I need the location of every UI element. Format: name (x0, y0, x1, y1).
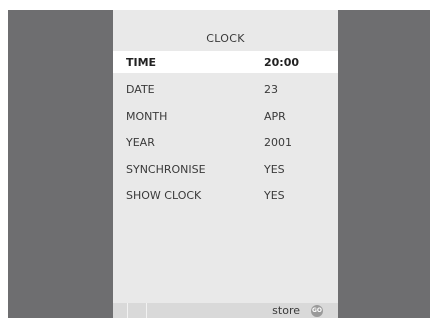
footer-divider (127, 303, 128, 318)
menu-item-time[interactable]: TIME 20:00 (113, 51, 338, 73)
menu-item-value: 23 (264, 83, 278, 96)
menu-item-label: YEAR (126, 136, 155, 149)
menu-title: CLOCK (206, 32, 245, 45)
go-button-icon[interactable]: GO (311, 305, 323, 317)
menu-item-value: APR (264, 110, 286, 123)
footer-divider (146, 303, 147, 318)
menu-item-label: DATE (126, 83, 155, 96)
menu-item-synchronise[interactable]: SYNCHRONISE YES (113, 158, 338, 180)
menu-item-year[interactable]: YEAR 2001 (113, 131, 338, 153)
menu-item-value: 2001 (264, 136, 292, 149)
menu-item-value: 20:00 (264, 56, 300, 69)
store-label: store (272, 304, 300, 317)
menu-item-label: MONTH (126, 110, 168, 123)
menu-item-value: YES (264, 163, 285, 176)
menu-item-month[interactable]: MONTH APR (113, 105, 338, 127)
clock-menu-panel: CLOCK TIME 20:00 DATE 23 MONTH APR YEAR … (113, 10, 338, 318)
menu-item-label: SHOW CLOCK (126, 189, 202, 202)
menu-item-date[interactable]: DATE 23 (113, 78, 338, 100)
footer-bar: store GO (113, 303, 338, 318)
menu-item-value: YES (264, 189, 285, 202)
menu-item-show-clock[interactable]: SHOW CLOCK YES (113, 184, 338, 206)
menu-item-label: TIME (126, 56, 157, 69)
menu-item-label: SYNCHRONISE (126, 163, 206, 176)
